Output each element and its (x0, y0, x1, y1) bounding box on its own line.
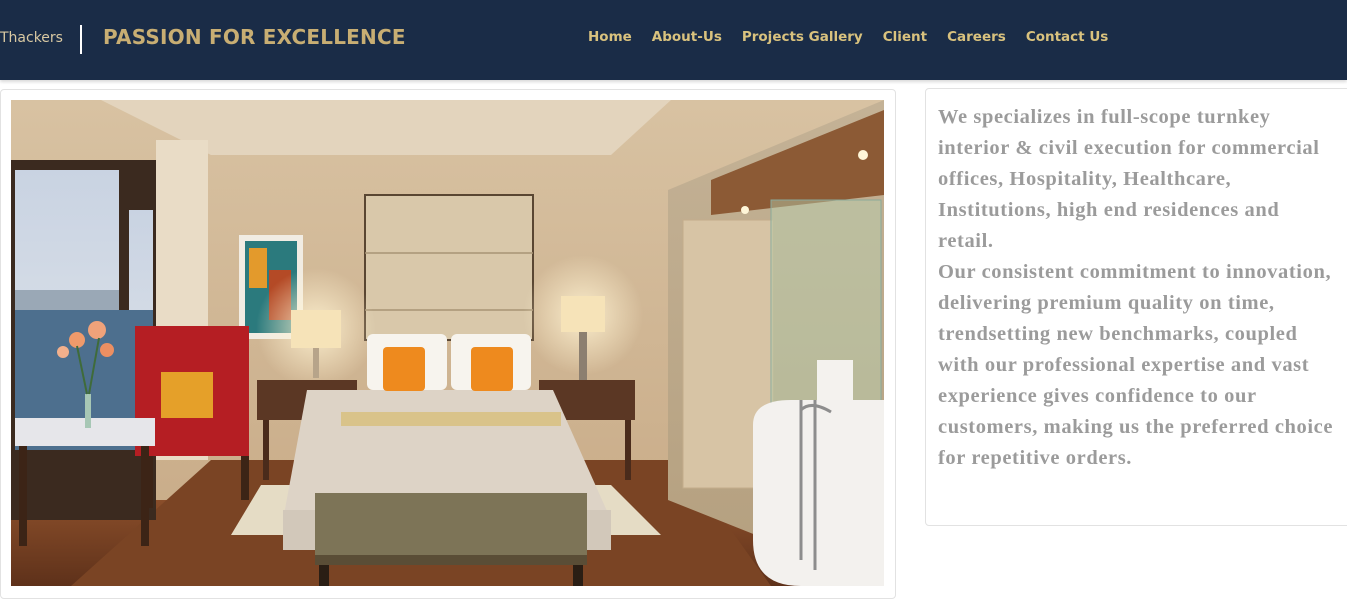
top-navbar: Thackers PASSION FOR EXCELLENCE Home Abo… (0, 0, 1347, 80)
hotel-room-photo (11, 100, 884, 586)
nav-item-projects-gallery[interactable]: Projects Gallery (742, 29, 863, 45)
brand-divider (80, 25, 82, 54)
nav-item-home[interactable]: Home (588, 29, 632, 45)
intro-paragraph-1: We specializes in full-scope turnkey int… (938, 106, 1320, 252)
intro-paragraph-2: Our consistent commitment to innovation,… (938, 261, 1334, 469)
company-intro: We specializes in full-scope turnkey int… (938, 102, 1338, 474)
nav-item-about-us[interactable]: About-Us (652, 29, 722, 45)
nav-item-contact-us[interactable]: Contact Us (1026, 29, 1109, 45)
nav-menu: Home About-Us Projects Gallery Client Ca… (588, 29, 1108, 45)
brand-tagline[interactable]: PASSION FOR EXCELLENCE (103, 25, 406, 49)
nav-item-client[interactable]: Client (883, 29, 927, 45)
brand-name[interactable]: Thackers (0, 30, 63, 46)
nav-item-careers[interactable]: Careers (947, 29, 1006, 45)
